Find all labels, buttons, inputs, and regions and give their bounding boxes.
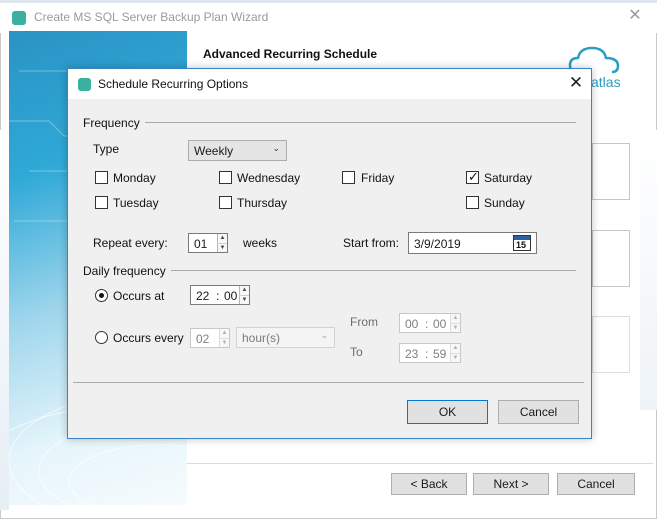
repeat-every-value: 01 <box>194 237 208 251</box>
stepper-down-icon[interactable]: ▼ <box>450 353 460 362</box>
to-label: To <box>350 345 363 359</box>
cancel-button[interactable]: Cancel <box>498 400 579 424</box>
wednesday-checkbox[interactable] <box>219 171 232 184</box>
dialog-footer-divider <box>73 382 584 383</box>
occurs-at-radio[interactable] <box>95 289 108 302</box>
occurs-every-radio[interactable] <box>95 331 108 344</box>
frequency-group-label: Frequency <box>83 116 140 130</box>
stepper-down-icon[interactable]: ▼ <box>217 243 227 252</box>
daily-frequency-group-label: Daily frequency <box>83 264 166 278</box>
monday-label: Monday <box>113 171 156 185</box>
cloud-icon <box>12 11 26 25</box>
stepper-up-icon[interactable]: ▲ <box>217 234 227 243</box>
type-dropdown[interactable]: Weekly ⌄ <box>188 140 287 161</box>
occurs-every-unit-value: hour(s) <box>242 331 281 345</box>
dialog-close-icon[interactable]: ✕ <box>568 74 584 92</box>
frequency-group-line <box>145 122 576 123</box>
to-time-field[interactable]: 23 : 59 ▲ ▼ <box>399 343 461 363</box>
type-label: Type <box>93 142 120 156</box>
thursday-checkbox[interactable] <box>219 196 232 209</box>
daily-frequency-group-line <box>171 270 576 271</box>
wizard-title: Create MS SQL Server Backup Plan Wizard <box>34 10 269 24</box>
occurs-every-label: Occurs every <box>113 331 184 345</box>
schedule-recurring-dialog: Schedule Recurring Options ✕ Frequency T… <box>67 68 592 439</box>
repeat-every-label: Repeat every: <box>93 236 168 250</box>
from-time-field[interactable]: 00 : 00 ▲ ▼ <box>399 313 461 333</box>
start-from-label: Start from: <box>343 236 400 250</box>
next-button[interactable]: Next > <box>473 473 549 495</box>
friday-checkbox[interactable] <box>342 171 355 184</box>
wizard-step-title: Advanced Recurring Schedule <box>203 47 378 61</box>
stepper-down-icon[interactable]: ▼ <box>219 338 229 347</box>
ok-button[interactable]: OK <box>407 400 488 424</box>
chevron-down-icon: ⌄ <box>272 143 280 153</box>
tuesday-label: Tuesday <box>113 196 159 210</box>
stepper-up-icon[interactable]: ▲ <box>450 314 460 323</box>
back-button[interactable]: < Back <box>391 473 467 495</box>
wizard-cancel-button[interactable]: Cancel <box>557 473 635 495</box>
start-date-picker[interactable]: 3/9/2019 15 <box>408 232 537 254</box>
dialog-title: Schedule Recurring Options <box>98 77 249 91</box>
background-edge-right <box>640 130 657 410</box>
repeat-every-stepper[interactable]: 01 ▲ ▼ <box>188 233 228 253</box>
wizard-panel <box>592 143 630 200</box>
from-minute: 00 <box>433 317 447 331</box>
to-minute: 59 <box>433 347 447 361</box>
wednesday-label: Wednesday <box>237 171 301 185</box>
occurs-at-minute: 00 <box>224 289 238 303</box>
wizard-close-icon[interactable]: ✕ <box>628 8 642 24</box>
occurs-every-value: 02 <box>196 332 210 346</box>
stepper-up-icon[interactable]: ▲ <box>239 286 249 295</box>
occurs-every-stepper[interactable]: 02 ▲ ▼ <box>190 328 230 348</box>
occurs-at-time-field[interactable]: 22 : 00 ▲ ▼ <box>190 285 250 305</box>
wizard-footer-divider <box>187 463 653 464</box>
brand-logo-text: atlas <box>591 74 621 90</box>
stepper-down-icon[interactable]: ▼ <box>450 323 460 332</box>
friday-label: Friday <box>361 171 395 185</box>
from-label: From <box>350 315 378 329</box>
cloud-icon <box>78 78 91 91</box>
background-edge-left <box>0 130 9 510</box>
stepper-down-icon[interactable]: ▼ <box>239 295 249 304</box>
start-date-value: 3/9/2019 <box>414 237 461 251</box>
calendar-icon[interactable]: 15 <box>513 235 531 251</box>
occurs-every-unit-dropdown[interactable]: hour(s) ⌄ <box>236 327 335 348</box>
repeat-unit-label: weeks <box>243 236 278 250</box>
chevron-down-icon: ⌄ <box>320 330 328 340</box>
sunday-checkbox[interactable] <box>466 196 479 209</box>
to-hour: 23 <box>405 347 419 361</box>
wizard-panel <box>592 316 630 373</box>
from-hour: 00 <box>405 317 419 331</box>
occurs-at-label: Occurs at <box>113 289 165 303</box>
type-dropdown-value: Weekly <box>194 144 234 158</box>
thursday-label: Thursday <box>237 196 288 210</box>
stepper-up-icon[interactable]: ▲ <box>219 329 229 338</box>
tuesday-checkbox[interactable] <box>95 196 108 209</box>
sunday-label: Sunday <box>484 196 525 210</box>
monday-checkbox[interactable] <box>95 171 108 184</box>
stepper-up-icon[interactable]: ▲ <box>450 344 460 353</box>
saturday-label: Saturday <box>484 171 533 185</box>
calendar-day-number: 15 <box>516 240 527 250</box>
wizard-panel <box>592 230 630 287</box>
occurs-at-hour: 22 <box>196 289 210 303</box>
saturday-checkbox[interactable] <box>466 169 479 185</box>
